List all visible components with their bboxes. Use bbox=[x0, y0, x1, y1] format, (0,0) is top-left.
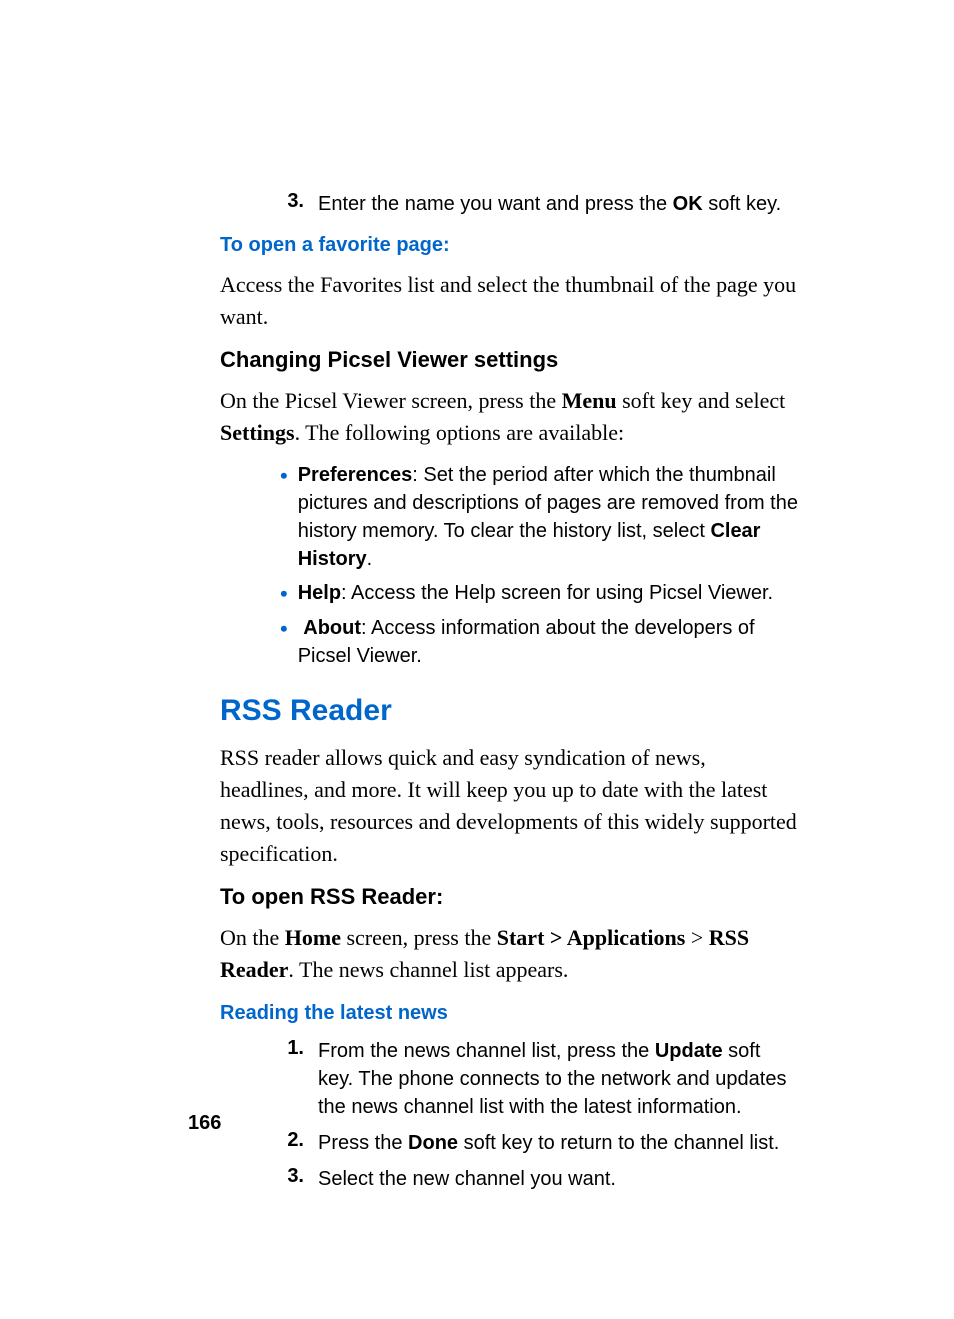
reading-step-2: 2. Press the Done soft key to return to … bbox=[220, 1129, 798, 1157]
step-number: 1. bbox=[274, 1037, 304, 1121]
subheading-reading-news: Reading the latest news bbox=[220, 1002, 798, 1025]
bullet-about: • About: Access information about the de… bbox=[280, 614, 798, 670]
step-number: 3. bbox=[274, 190, 304, 218]
heading-changing-settings: Changing Picsel Viewer settings bbox=[220, 347, 798, 373]
step-number: 3. bbox=[274, 1165, 304, 1193]
step-text: Enter the name you want and press the OK… bbox=[318, 190, 798, 218]
step-text: From the news channel list, press the Up… bbox=[318, 1037, 798, 1121]
reading-step-1: 1. From the news channel list, press the… bbox=[220, 1037, 798, 1121]
bullet-icon: • bbox=[280, 579, 288, 609]
rss-body: RSS reader allows quick and easy syndica… bbox=[220, 742, 798, 870]
step-text: Press the Done soft key to return to the… bbox=[318, 1129, 798, 1157]
page-body: 3. Enter the name you want and press the… bbox=[220, 190, 798, 1201]
step-number: 2. bbox=[274, 1129, 304, 1157]
page-number: 166 bbox=[188, 1112, 221, 1135]
changing-body: On the Picsel Viewer screen, press the M… bbox=[220, 385, 798, 449]
bullet-icon: • bbox=[280, 461, 288, 573]
subheading-open-favorite: To open a favorite page: bbox=[220, 234, 798, 257]
bullet-preferences: • Preferences: Set the period after whic… bbox=[280, 461, 798, 573]
bullet-icon: • bbox=[280, 614, 288, 670]
reading-step-3: 3. Select the new channel you want. bbox=[220, 1165, 798, 1193]
heading-open-rss: To open RSS Reader: bbox=[220, 884, 798, 910]
bullet-help: • Help: Access the Help screen for using… bbox=[280, 579, 798, 609]
section-rss-reader: RSS Reader bbox=[220, 694, 798, 728]
step-3: 3. Enter the name you want and press the… bbox=[220, 190, 798, 218]
settings-bullets: • Preferences: Set the period after whic… bbox=[220, 461, 798, 671]
step-text: Select the new channel you want. bbox=[318, 1165, 798, 1193]
open-rss-body: On the Home screen, press the Start > Ap… bbox=[220, 922, 798, 986]
favorite-body: Access the Favorites list and select the… bbox=[220, 269, 798, 333]
